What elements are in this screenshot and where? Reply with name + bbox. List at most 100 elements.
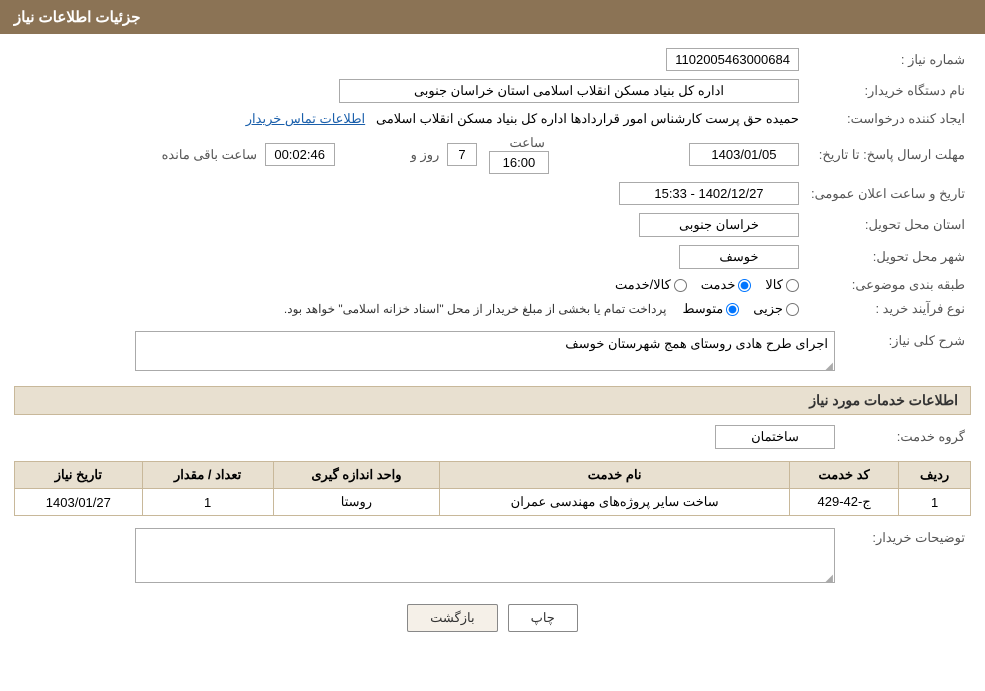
purchase-motavaset: متوسط — [682, 301, 739, 317]
purchase-type-row: نوع فرآیند خرید : جزیی متوسط — [14, 297, 971, 321]
province-label: استان محل تحویل: — [805, 209, 971, 241]
province-value: خراسان جنوبی — [14, 209, 805, 241]
category-kala-khadamat: کالا/خدمت — [615, 277, 687, 293]
print-button[interactable]: چاپ — [508, 604, 578, 632]
services-table: ردیف کد خدمت نام خدمت واحد اندازه گیری ت… — [14, 461, 971, 516]
buyer-desc-value-cell: ◢ — [14, 524, 841, 590]
purchase-jozvi-label: جزیی — [753, 301, 783, 317]
services-section-title: اطلاعات خدمات مورد نیاز — [14, 386, 971, 415]
table-cell-quantity: 1 — [142, 489, 273, 516]
reply-days-value: 7 — [447, 143, 477, 166]
service-group-display: ساختمان — [715, 425, 835, 449]
need-number-display: 1102005463000684 — [666, 48, 799, 71]
reply-date-value: 1403/01/05 — [689, 143, 799, 166]
purchase-jozvi: جزیی — [753, 301, 799, 317]
need-number-value: 1102005463000684 — [555, 44, 805, 75]
resize-icon: ◢ — [825, 361, 833, 372]
page-title: جزئیات اطلاعات نیاز — [14, 9, 141, 26]
buyer-desc-textarea[interactable] — [135, 528, 835, 583]
service-group-value-cell: ساختمان — [14, 421, 841, 453]
category-khadamat-radio[interactable] — [738, 279, 751, 292]
creator-label: ایجاد کننده درخواست: — [805, 107, 971, 131]
need-number-label: شماره نیاز : — [805, 44, 971, 75]
general-desc-value-cell: ◢ — [14, 327, 841, 378]
category-row: طبقه بندی موضوعی: کالا خدمت — [14, 273, 971, 297]
general-desc-row: شرح کلی نیاز: ◢ — [14, 327, 971, 378]
category-kala: کالا — [765, 277, 799, 293]
col-service-name: نام خدمت — [440, 462, 790, 489]
city-label: شهر محل تحویل: — [805, 241, 971, 273]
table-row: 1ج-42-429ساخت سایر پروژه‌های مهندسی عمرا… — [15, 489, 971, 516]
announce-date-row: مهلت ارسال پاسخ: تا تاریخ: 1403/01/05 سا… — [14, 131, 971, 178]
resize-icon-2: ◢ — [825, 573, 833, 584]
reply-remaining-label: ساعت باقی مانده — [162, 147, 257, 162]
purchase-type-label: نوع فرآیند خرید : — [805, 297, 971, 321]
reply-time-value: 16:00 — [489, 151, 549, 174]
buyer-org-value: اداره کل بنیاد مسکن انقلاب اسلامی استان … — [14, 75, 805, 107]
purchase-jozvi-radio[interactable] — [786, 303, 799, 316]
announce-date-label: تاریخ و ساعت اعلان عمومی: — [805, 178, 971, 209]
category-kala-radio[interactable] — [786, 279, 799, 292]
announce-date-display-row: تاریخ و ساعت اعلان عمومی: 1402/12/27 - 1… — [14, 178, 971, 209]
purchase-type-note: پرداخت تمام یا بخشی از مبلغ خریدار از مح… — [284, 302, 667, 316]
service-group-row: گروه خدمت: ساختمان — [14, 421, 971, 453]
buyer-org-display: اداره کل بنیاد مسکن انقلاب اسلامی استان … — [339, 79, 799, 103]
page-wrapper: جزئیات اطلاعات نیاز شماره نیاز : 1102005… — [0, 0, 985, 691]
general-desc-label: شرح کلی نیاز: — [841, 327, 971, 378]
col-date: تاریخ نیاز — [15, 462, 143, 489]
service-group-label: گروه خدمت: — [841, 421, 971, 453]
purchase-type-radio-group: جزیی متوسط — [682, 301, 799, 317]
back-button[interactable]: بازگشت — [407, 604, 497, 632]
creator-text: حمیده حق پرست کارشناس امور قراردادها ادا… — [376, 111, 799, 126]
table-cell-service_name: ساخت سایر پروژه‌های مهندسی عمران — [440, 489, 790, 516]
general-desc-textarea[interactable] — [135, 331, 835, 371]
buyer-org-label: نام دستگاه خریدار: — [805, 75, 971, 107]
buyer-org-row: نام دستگاه خریدار: اداره کل بنیاد مسکن ا… — [14, 75, 971, 107]
purchase-type-cell: جزیی متوسط پرداخت تمام یا بخشی از مبلغ خ… — [14, 297, 805, 321]
announce-date-display: 1402/12/27 - 15:33 — [619, 182, 799, 205]
purchase-motavaset-label: متوسط — [682, 301, 723, 317]
page-header: جزئیات اطلاعات نیاز — [0, 0, 985, 34]
purchase-motavaset-radio[interactable] — [726, 303, 739, 316]
col-row-num: ردیف — [899, 462, 971, 489]
buyer-desc-table: توضیحات خریدار: ◢ — [14, 524, 971, 590]
city-display: خوسف — [679, 245, 799, 269]
service-group-table: گروه خدمت: ساختمان — [14, 421, 971, 453]
buyer-desc-label: توضیحات خریدار: — [841, 524, 971, 590]
reply-date-cell: 1403/01/05 — [555, 131, 805, 178]
services-table-head: ردیف کد خدمت نام خدمت واحد اندازه گیری ت… — [15, 462, 971, 489]
col-quantity: تعداد / مقدار — [142, 462, 273, 489]
button-area: چاپ بازگشت — [14, 604, 971, 632]
creator-value: حمیده حق پرست کارشناس امور قراردادها ادا… — [14, 107, 805, 131]
category-kala-khadamat-label: کالا/خدمت — [615, 277, 671, 293]
category-radio-group: کالا خدمت کالا/خدمت — [20, 277, 799, 293]
content-area: شماره نیاز : 1102005463000684 نام دستگاه… — [0, 34, 985, 652]
reply-remaining-value: 00:02:46 — [265, 143, 335, 166]
col-service-code: کد خدمت — [790, 462, 899, 489]
reply-time-label: ساعت — [510, 135, 545, 150]
reply-days-label: روز و — [411, 147, 440, 162]
table-cell-date: 1403/01/27 — [15, 489, 143, 516]
buyer-desc-wrap: ◢ — [20, 528, 835, 586]
category-options-cell: کالا خدمت کالا/خدمت — [14, 273, 805, 297]
category-kala-label: کالا — [765, 277, 783, 293]
buyer-desc-row: توضیحات خریدار: ◢ — [14, 524, 971, 590]
creator-row: ایجاد کننده درخواست: حمیده حق پرست کارشن… — [14, 107, 971, 131]
general-desc-wrap: ◢ — [20, 331, 835, 374]
category-khadamat: خدمت — [701, 277, 752, 293]
general-desc-table: شرح کلی نیاز: ◢ — [14, 327, 971, 378]
category-label: طبقه بندی موضوعی: — [805, 273, 971, 297]
reply-deadline-label: مهلت ارسال پاسخ: تا تاریخ: — [805, 131, 971, 178]
category-kala-khadamat-radio[interactable] — [674, 279, 687, 292]
need-number-row: شماره نیاز : 1102005463000684 — [14, 44, 971, 75]
table-cell-service_code: ج-42-429 — [790, 489, 899, 516]
city-value: خوسف — [14, 241, 805, 273]
info-table: شماره نیاز : 1102005463000684 نام دستگاه… — [14, 44, 971, 321]
announce-date-value: 1402/12/27 - 15:33 — [14, 178, 805, 209]
province-display: خراسان جنوبی — [639, 213, 799, 237]
table-cell-row_num: 1 — [899, 489, 971, 516]
services-table-header-row: ردیف کد خدمت نام خدمت واحد اندازه گیری ت… — [15, 462, 971, 489]
province-row: استان محل تحویل: خراسان جنوبی — [14, 209, 971, 241]
contact-link[interactable]: اطلاعات تماس خریدار — [246, 111, 365, 126]
purchase-type-group: جزیی متوسط پرداخت تمام یا بخشی از مبلغ خ… — [20, 301, 799, 317]
